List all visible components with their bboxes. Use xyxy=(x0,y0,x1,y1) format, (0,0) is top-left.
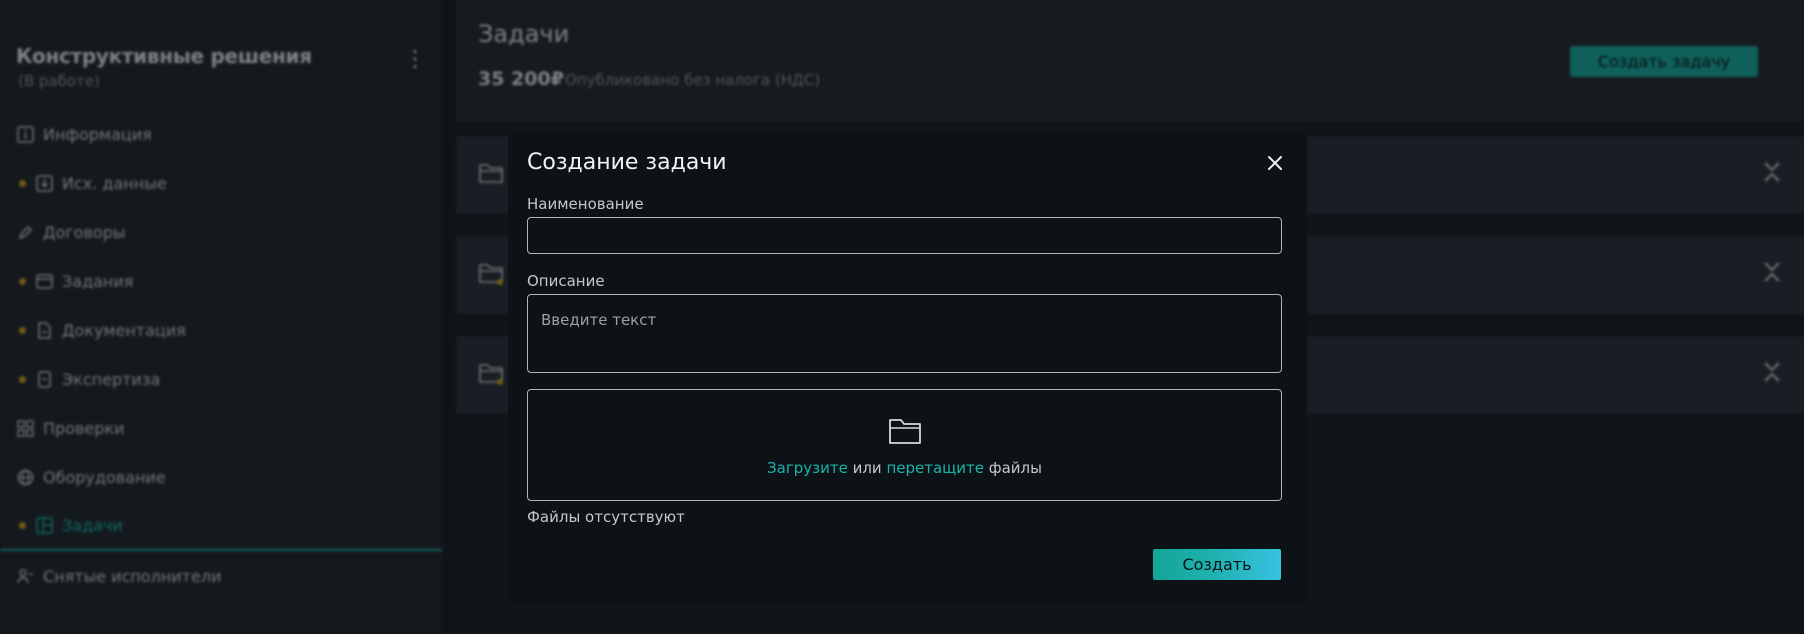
description-textarea[interactable] xyxy=(527,294,1282,373)
dropzone-text: Загрузите или перетащите файлы xyxy=(528,459,1281,477)
name-label: Наименование xyxy=(527,195,644,213)
close-icon[interactable] xyxy=(1264,152,1286,174)
dropzone-files-word: файлы xyxy=(984,459,1042,477)
create-task-modal: Создание задачи Наименование Описание За… xyxy=(508,132,1307,604)
folder-icon xyxy=(888,417,922,449)
dropzone-or: или xyxy=(847,459,887,477)
files-empty-text: Файлы отсутствуют xyxy=(527,508,685,526)
upload-link[interactable]: Загрузите xyxy=(767,459,848,477)
description-label: Описание xyxy=(527,272,605,290)
drag-link[interactable]: перетащите xyxy=(886,459,984,477)
modal-title: Создание задачи xyxy=(527,150,727,175)
file-dropzone[interactable]: Загрузите или перетащите файлы xyxy=(527,389,1282,501)
create-button[interactable]: Создать xyxy=(1153,549,1281,580)
name-input[interactable] xyxy=(527,217,1282,254)
